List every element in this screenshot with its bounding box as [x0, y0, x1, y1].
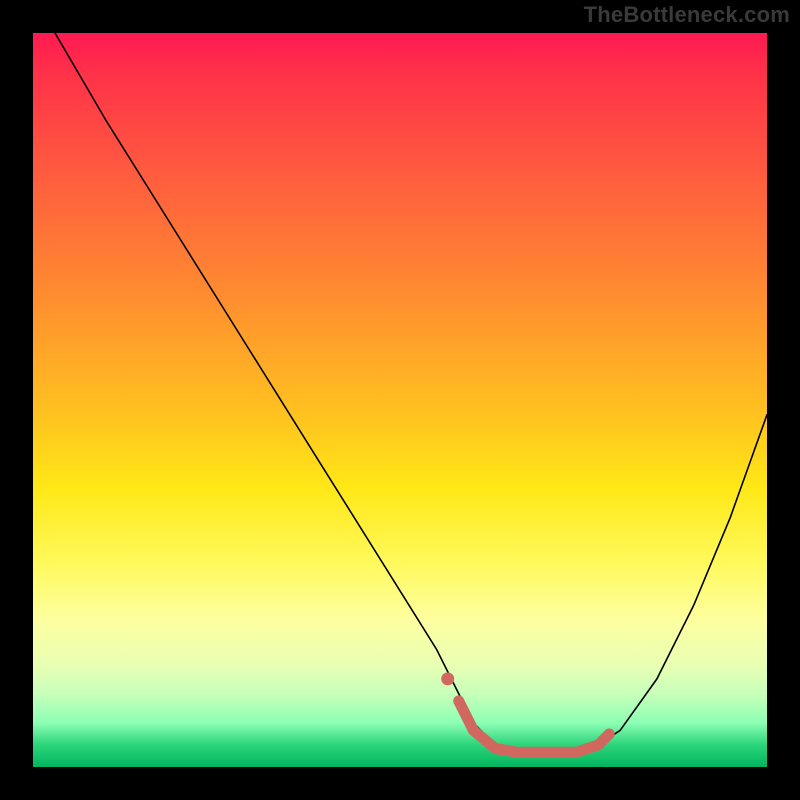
chart-svg: [33, 33, 767, 767]
bottleneck-curve-path: [55, 33, 767, 752]
plot-area: [33, 33, 767, 767]
highlight-segment-path: [459, 701, 610, 752]
highlight-dot: [441, 672, 454, 685]
chart-container: TheBottleneck.com: [0, 0, 800, 800]
watermark-text: TheBottleneck.com: [584, 2, 790, 28]
